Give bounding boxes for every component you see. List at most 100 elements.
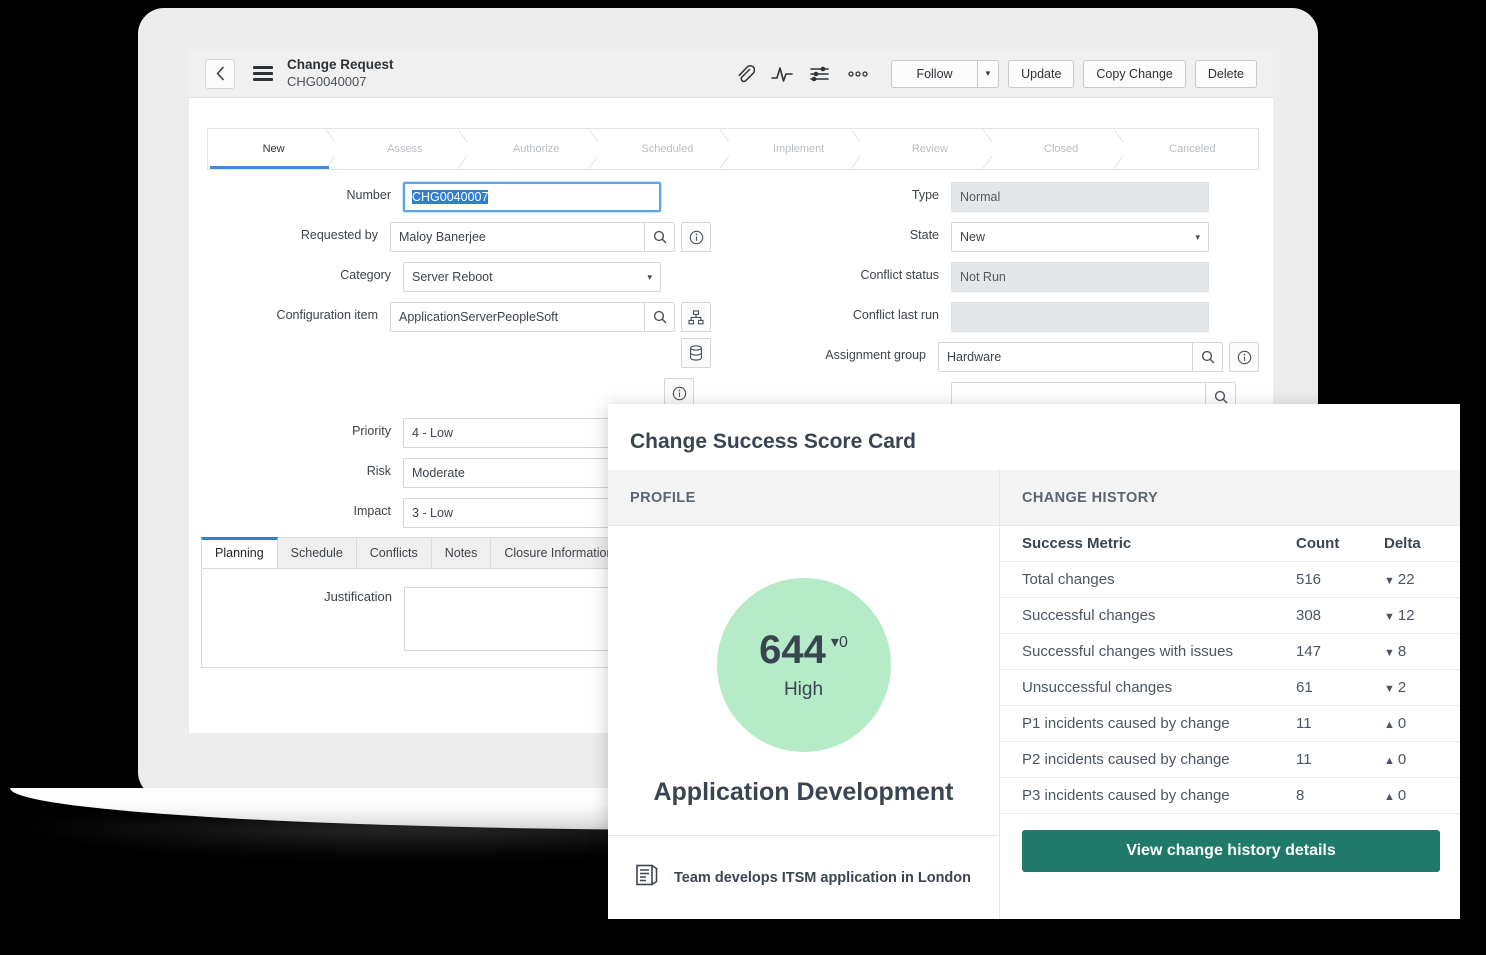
configuration-item-input[interactable]: ApplicationServerPeopleSoft <box>390 302 645 332</box>
copy-change-button[interactable]: Copy Change <box>1083 60 1185 88</box>
number-input-value: CHG0040007 <box>412 190 488 204</box>
flow-step-new[interactable]: New <box>208 129 339 169</box>
delete-button[interactable]: Delete <box>1195 60 1257 88</box>
back-button[interactable] <box>205 59 235 89</box>
table-header-row: Success Metric Count Delta <box>1000 526 1460 562</box>
configuration-item-group: ApplicationServerPeopleSoft <box>390 302 675 332</box>
activity-icon[interactable] <box>771 64 793 84</box>
field-state: State New ▾ <box>809 222 1259 252</box>
state-select[interactable]: New ▾ <box>951 222 1209 252</box>
table-row: Successful changes 308 ▼12 <box>1000 598 1460 634</box>
field-type: Type Normal <box>809 182 1259 212</box>
field-conflict-last-run: Conflict last run <box>809 302 1259 332</box>
dependency-map-icon[interactable] <box>681 302 711 332</box>
metric-name: P3 incidents caused by change <box>1000 778 1296 814</box>
update-button[interactable]: Update <box>1008 60 1074 88</box>
field-category: Category Server Reboot ▾ <box>201 262 711 292</box>
tab-conflicts[interactable]: Conflicts <box>357 537 432 568</box>
type-input: Normal <box>951 182 1209 212</box>
metric-name: Successful changes <box>1000 598 1296 634</box>
metric-name: Total changes <box>1000 562 1296 598</box>
tab-notes[interactable]: Notes <box>432 537 492 568</box>
database-icon[interactable] <box>681 338 711 368</box>
ci-side-buttons <box>681 302 711 368</box>
follow-button[interactable]: Follow <box>891 60 977 88</box>
metric-count: 8 <box>1296 778 1384 814</box>
state-value: New <box>960 230 985 244</box>
conflict-status-input: Not Run <box>951 262 1209 292</box>
search-icon[interactable] <box>645 222 675 252</box>
flow-step-implement[interactable]: Implement <box>733 129 864 169</box>
filter-sliders-icon[interactable] <box>809 64 831 84</box>
number-input[interactable]: CHG0040007 <box>403 182 661 212</box>
field-label: Impact <box>201 498 391 518</box>
field-label: Requested by <box>201 222 378 242</box>
info-icon[interactable] <box>1229 342 1259 372</box>
metric-count: 11 <box>1296 706 1384 742</box>
table-row: Successful changes with issues 147 ▼8 <box>1000 634 1460 670</box>
flow-step-canceled[interactable]: Canceled <box>1127 129 1258 169</box>
flow-step-scheduled[interactable]: Scheduled <box>602 129 733 169</box>
assignment-group-group: Hardware <box>938 342 1223 372</box>
tab-planning[interactable]: Planning <box>201 537 278 568</box>
change-history-panel: CHANGE HISTORY Success Metric Count Delt… <box>1000 470 1460 919</box>
profile-footer: Team develops ITSM application in London <box>608 835 999 919</box>
priority-value: 4 - Low <box>412 426 453 440</box>
stage-flow: New Assess Authorize Scheduled Implement… <box>207 128 1259 170</box>
field-label: Configuration item <box>201 302 378 322</box>
conflict-last-run-input <box>951 302 1209 332</box>
flow-step-assess[interactable]: Assess <box>339 129 470 169</box>
table-row: P1 incidents caused by change 11 ▲0 <box>1000 706 1460 742</box>
flow-step-closed[interactable]: Closed <box>996 129 1127 169</box>
assignment-group-input[interactable]: Hardware <box>938 342 1193 372</box>
field-label: Type <box>809 182 939 202</box>
screenshot-root: Change Request CHG0040007 <box>0 0 1486 955</box>
category-select[interactable]: Server Reboot ▾ <box>403 262 661 292</box>
flow-step-label: Assess <box>387 143 422 155</box>
metric-delta: ▼2 <box>1384 670 1460 706</box>
info-icon[interactable] <box>681 222 711 252</box>
follow-split-button: Follow ▾ <box>891 60 999 88</box>
tab-schedule[interactable]: Schedule <box>278 537 357 568</box>
justification-label: Justification <box>202 587 392 667</box>
field-assignment-group: Assignment group Hardware <box>809 342 1259 372</box>
requested-by-input[interactable]: Maloy Banerjee <box>390 222 645 252</box>
score-value-row: 644 ▾0 <box>759 630 848 670</box>
impact-value: 3 - Low <box>412 506 453 520</box>
metric-count: 308 <box>1296 598 1384 634</box>
field-label: Priority <box>201 418 391 438</box>
requested-by-group: Maloy Banerjee <box>390 222 675 252</box>
field-label: State <box>809 222 939 242</box>
field-label: Number <box>201 182 391 202</box>
flow-step-authorize[interactable]: Authorize <box>471 129 602 169</box>
field-number: Number CHG0040007 <box>201 182 711 212</box>
metric-delta: ▼22 <box>1384 562 1460 598</box>
record-number: CHG0040007 <box>287 74 394 90</box>
page-title: Change Request <box>287 57 394 73</box>
metric-name: Successful changes with issues <box>1000 634 1296 670</box>
app-header: Change Request CHG0040007 <box>189 50 1273 98</box>
score-label: High <box>784 679 823 701</box>
scorecard-title: Change Success Score Card <box>608 404 1460 454</box>
score-circle: 644 ▾0 High <box>717 578 891 752</box>
follow-dropdown-caret[interactable]: ▾ <box>978 60 1000 88</box>
score-value: 644 <box>759 630 826 670</box>
flow-step-review[interactable]: Review <box>864 129 995 169</box>
change-history-table: Success Metric Count Delta Total changes… <box>1000 526 1460 814</box>
search-icon[interactable] <box>1193 342 1223 372</box>
col-count: Count <box>1296 526 1384 562</box>
more-options-icon[interactable] <box>847 70 869 78</box>
view-change-history-details-button[interactable]: View change history details <box>1022 830 1440 872</box>
table-row: Unsuccessful changes 61 ▼2 <box>1000 670 1460 706</box>
search-icon[interactable] <box>645 302 675 332</box>
metric-count: 61 <box>1296 670 1384 706</box>
risk-value: Moderate <box>412 466 465 480</box>
team-name: Application Development <box>608 778 999 807</box>
metric-delta: ▲0 <box>1384 706 1460 742</box>
chevron-down-icon: ▾ <box>647 272 652 283</box>
hamburger-menu-icon[interactable] <box>253 66 273 81</box>
attachment-icon[interactable] <box>735 64 755 84</box>
chevron-down-icon: ▾ <box>1195 232 1200 243</box>
flow-step-label: Scheduled <box>641 143 693 155</box>
field-label: Category <box>201 262 391 282</box>
